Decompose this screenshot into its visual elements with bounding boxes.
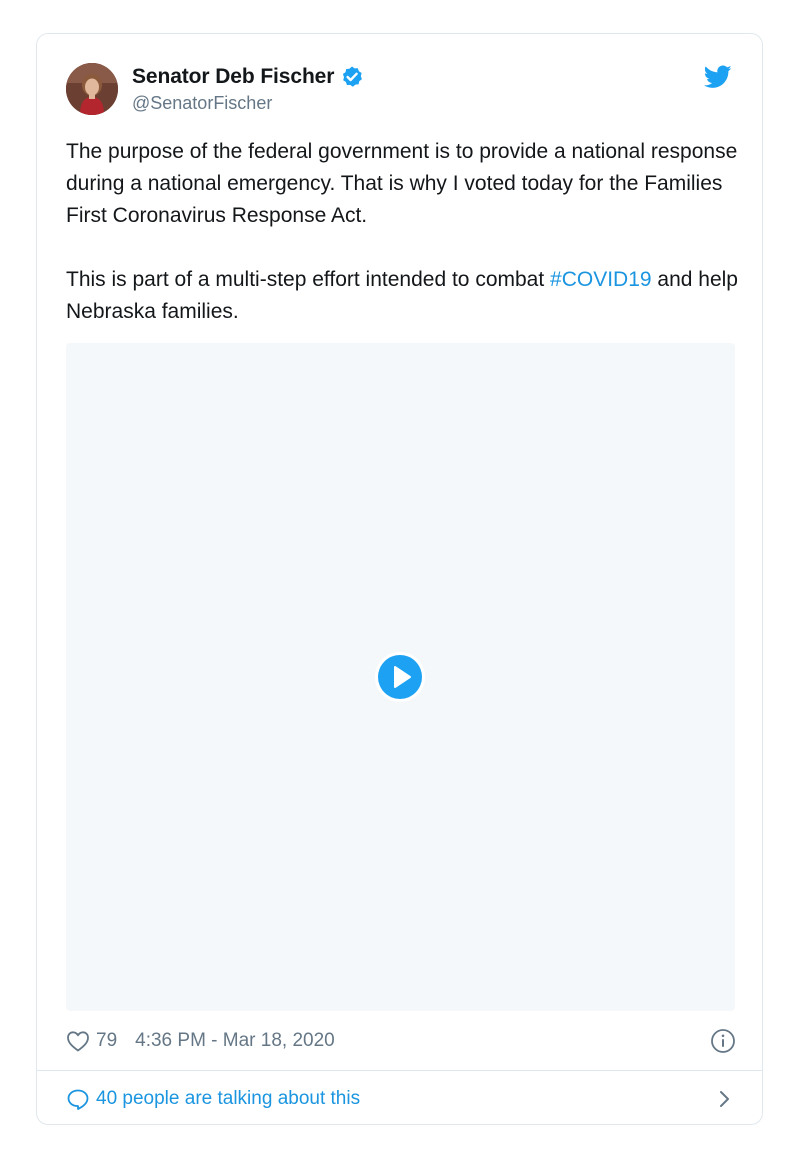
tweet-meta: 79 4:36 PM - Mar 18, 2020 — [66, 1026, 736, 1056]
tweet-header: Senator Deb Fischer @SenatorFischer — [66, 63, 736, 119]
heart-icon[interactable] — [66, 1030, 90, 1052]
chevron-right-icon[interactable] — [718, 1088, 732, 1110]
avatar[interactable] — [66, 63, 118, 115]
author-handle[interactable]: @SenatorFischer — [132, 93, 364, 114]
conversation-count-label[interactable]: 40 people are talking about this — [96, 1088, 360, 1110]
tweet-text: The purpose of the federal government is… — [66, 136, 746, 328]
twitter-bird-icon[interactable] — [704, 65, 732, 89]
tweet-paragraph: This is part of a multi-step effort inte… — [66, 264, 746, 328]
tweet-text-span: This is part of a multi-step effort inte… — [66, 268, 551, 291]
like-count[interactable]: 79 — [96, 1030, 117, 1052]
author-block: Senator Deb Fischer @SenatorFischer — [132, 65, 364, 114]
play-icon[interactable] — [374, 651, 426, 703]
info-icon[interactable] — [710, 1028, 736, 1054]
video-player[interactable] — [66, 343, 735, 1011]
verified-badge-icon — [343, 66, 363, 87]
hashtag-link[interactable]: #COVID19 — [550, 268, 652, 291]
tweet-paragraph: The purpose of the federal government is… — [66, 140, 738, 227]
conversation-link[interactable]: 40 people are talking about this — [66, 1082, 736, 1116]
divider — [37, 1070, 762, 1071]
tweet-embed-card[interactable]: Senator Deb Fischer @SenatorFischer The … — [36, 33, 763, 1125]
speech-bubble-icon — [67, 1089, 89, 1110]
author-display-name[interactable]: Senator Deb Fischer — [132, 65, 334, 89]
tweet-timestamp[interactable]: 4:36 PM - Mar 18, 2020 — [135, 1030, 335, 1052]
